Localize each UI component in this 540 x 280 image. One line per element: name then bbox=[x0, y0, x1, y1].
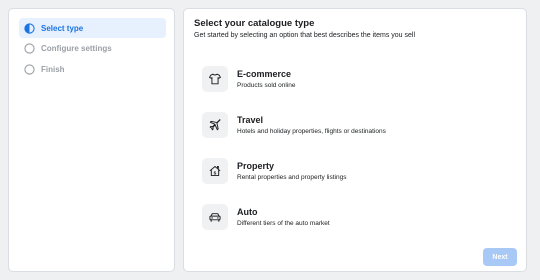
next-button[interactable]: Next bbox=[483, 248, 517, 266]
option-description: Different tiers of the auto market bbox=[237, 219, 330, 227]
option-title: Property bbox=[237, 160, 275, 171]
step-label: Select type bbox=[41, 23, 84, 33]
step-configure-settings[interactable]: Configure settings bbox=[19, 38, 166, 58]
page-title: Select your catalogue type bbox=[194, 18, 315, 29]
option-description: Hotels and holiday properties, flights o… bbox=[237, 127, 386, 135]
option-title: Travel bbox=[237, 114, 264, 125]
house-icon: $ bbox=[202, 158, 228, 184]
empty-circle-icon bbox=[24, 63, 35, 75]
catalogue-type-panel: Select your catalogue type Get started b… bbox=[183, 8, 527, 272]
step-label: Finish bbox=[41, 64, 65, 74]
option-travel[interactable]: Travel Hotels and holiday properties, fl… bbox=[202, 110, 502, 140]
tshirt-icon bbox=[202, 66, 228, 92]
option-description: Products sold online bbox=[237, 81, 296, 89]
option-description: Rental properties and property listings bbox=[237, 173, 347, 181]
half-circle-progress-icon bbox=[24, 22, 35, 34]
page-subtitle: Get started by selecting an option that … bbox=[194, 32, 416, 39]
option-auto[interactable]: Auto Different tiers of the auto market bbox=[202, 202, 502, 232]
svg-text:$: $ bbox=[214, 170, 217, 176]
step-finish[interactable]: Finish bbox=[19, 59, 166, 79]
airplane-icon bbox=[202, 112, 228, 138]
option-title: Auto bbox=[237, 206, 258, 217]
option-title: E-commerce bbox=[237, 68, 292, 79]
option-property[interactable]: $ Property Rental properties and propert… bbox=[202, 156, 502, 186]
step-label: Configure settings bbox=[41, 43, 112, 53]
steps-sidebar: Select type Configure settings Finish bbox=[8, 8, 175, 272]
car-icon bbox=[202, 204, 228, 230]
option-ecommerce[interactable]: E-commerce Products sold online bbox=[202, 64, 502, 94]
empty-circle-icon bbox=[24, 42, 35, 54]
step-select-type[interactable]: Select type bbox=[19, 18, 166, 38]
